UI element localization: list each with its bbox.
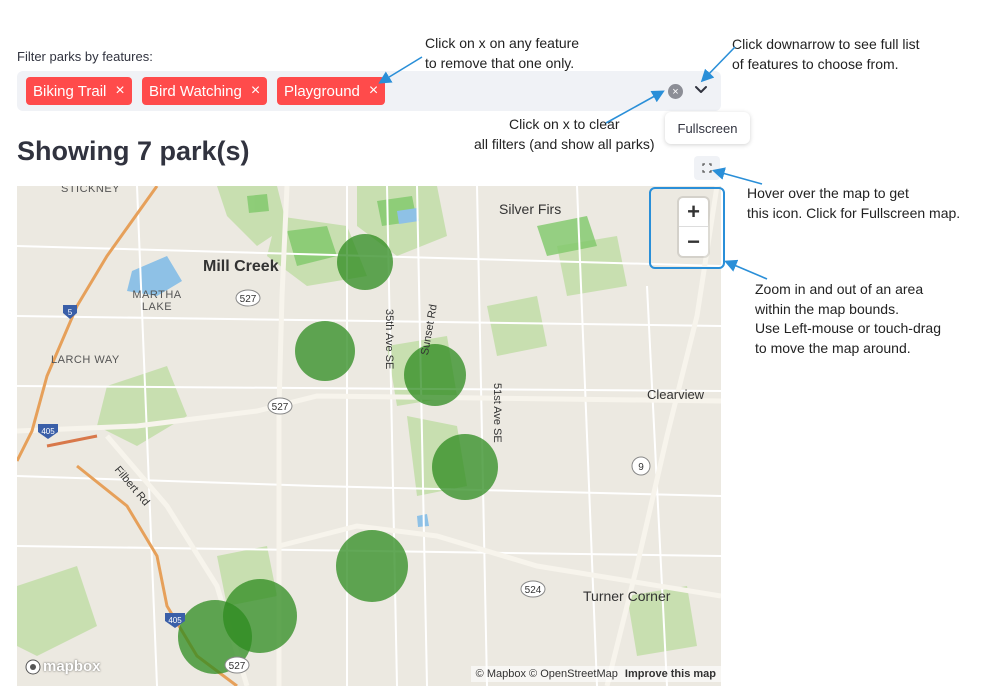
- shield-527-a: 527: [235, 289, 261, 307]
- chip-label: Bird Watching: [149, 82, 242, 100]
- annotation-remove-one: Click on x on any feature to remove that…: [425, 34, 579, 73]
- chip-bird-watching[interactable]: Bird Watching ×: [142, 77, 268, 105]
- annotation-line: Hover over the map to get: [747, 185, 909, 201]
- osm-attribution-link[interactable]: © OpenStreetMap: [529, 668, 618, 680]
- shield-5: 5: [63, 305, 77, 319]
- annotation-zoom: Zoom in and out of an area within the ma…: [755, 280, 941, 358]
- svg-text:9: 9: [638, 462, 644, 473]
- annotation-line: to move the map around.: [755, 339, 911, 356]
- arrow-fullscreen: [711, 167, 763, 185]
- shield-527-b: 527: [267, 397, 293, 415]
- chip-label: Biking Trail: [33, 82, 107, 100]
- chip-remove-icon[interactable]: ×: [251, 83, 260, 99]
- page-title: Showing 7 park(s): [17, 136, 250, 166]
- annotation-line: within the map bounds.: [755, 300, 899, 317]
- improve-map-link[interactable]: Improve this map: [625, 668, 716, 680]
- annotation-line: Click on x on any feature: [425, 35, 580, 51]
- map-view[interactable]: Silver Firs Mill Creek MARTHA LAKE LARCH…: [17, 186, 721, 686]
- svg-text:405: 405: [168, 616, 182, 625]
- chip-remove-icon[interactable]: ×: [369, 83, 378, 99]
- fullscreen-button[interactable]: [694, 156, 720, 180]
- shield-524: 524: [520, 580, 546, 598]
- clear-all-icon[interactable]: ×: [668, 84, 683, 99]
- svg-text:405: 405: [41, 427, 55, 436]
- chip-playground[interactable]: Playground ×: [277, 77, 386, 105]
- chip-remove-icon[interactable]: ×: [115, 83, 124, 99]
- svg-text:527: 527: [240, 294, 257, 305]
- annotation-fullscreen: Hover over the map to get this icon. Cli…: [747, 184, 960, 223]
- annotation-line: Click on x to clear: [509, 116, 620, 132]
- svg-text:527: 527: [229, 661, 246, 672]
- mapbox-logo-icon: [25, 659, 41, 674]
- svg-text:527: 527: [272, 402, 289, 413]
- annotation-clear-all: Click on x to clear all filters (and sho…: [474, 115, 655, 154]
- chevron-down-icon[interactable]: [692, 81, 710, 99]
- arrow-zoom: [724, 259, 768, 280]
- annotation-line: Use Left-mouse or touch-drag: [755, 320, 941, 336]
- mapbox-logo-text: mapbox: [43, 658, 101, 675]
- zoom-highlight-box: [649, 187, 725, 269]
- fullscreen-icon: [702, 163, 712, 173]
- svg-text:524: 524: [525, 585, 542, 596]
- mapbox-attribution-link[interactable]: © Mapbox: [476, 668, 526, 680]
- map-attribution: © Mapbox © OpenStreetMap Improve this ma…: [470, 666, 721, 682]
- shield-405-b: 405: [165, 613, 185, 628]
- road-shields: 527 527 527 5 405 405 9 524: [38, 289, 651, 674]
- shield-9: 9: [631, 456, 651, 476]
- fullscreen-tooltip: Fullscreen: [665, 112, 750, 144]
- shield-527-c: 527: [224, 656, 250, 674]
- chip-label: Playground: [284, 82, 360, 100]
- annotation-line: this icon. Click for Fullscreen map.: [747, 204, 961, 221]
- filter-label: Filter parks by features:: [17, 49, 153, 64]
- annotation-line: to remove that one only.: [425, 54, 575, 71]
- annotation-line: all filters (and show all parks): [474, 135, 655, 152]
- annotation-line: Click downarrow to see full list: [732, 36, 920, 52]
- feature-multiselect[interactable]: Biking Trail × Bird Watching × Playgroun…: [17, 71, 721, 111]
- chip-biking-trail[interactable]: Biking Trail ×: [26, 77, 132, 105]
- mapbox-logo[interactable]: mapbox: [25, 658, 101, 675]
- annotation-full-list: Click downarrow to see full list of feat…: [732, 35, 920, 74]
- annotation-line: of features to choose from.: [732, 55, 899, 72]
- svg-text:5: 5: [68, 308, 73, 317]
- shield-405-a: 405: [38, 424, 58, 439]
- annotation-line: Zoom in and out of an area: [755, 281, 924, 297]
